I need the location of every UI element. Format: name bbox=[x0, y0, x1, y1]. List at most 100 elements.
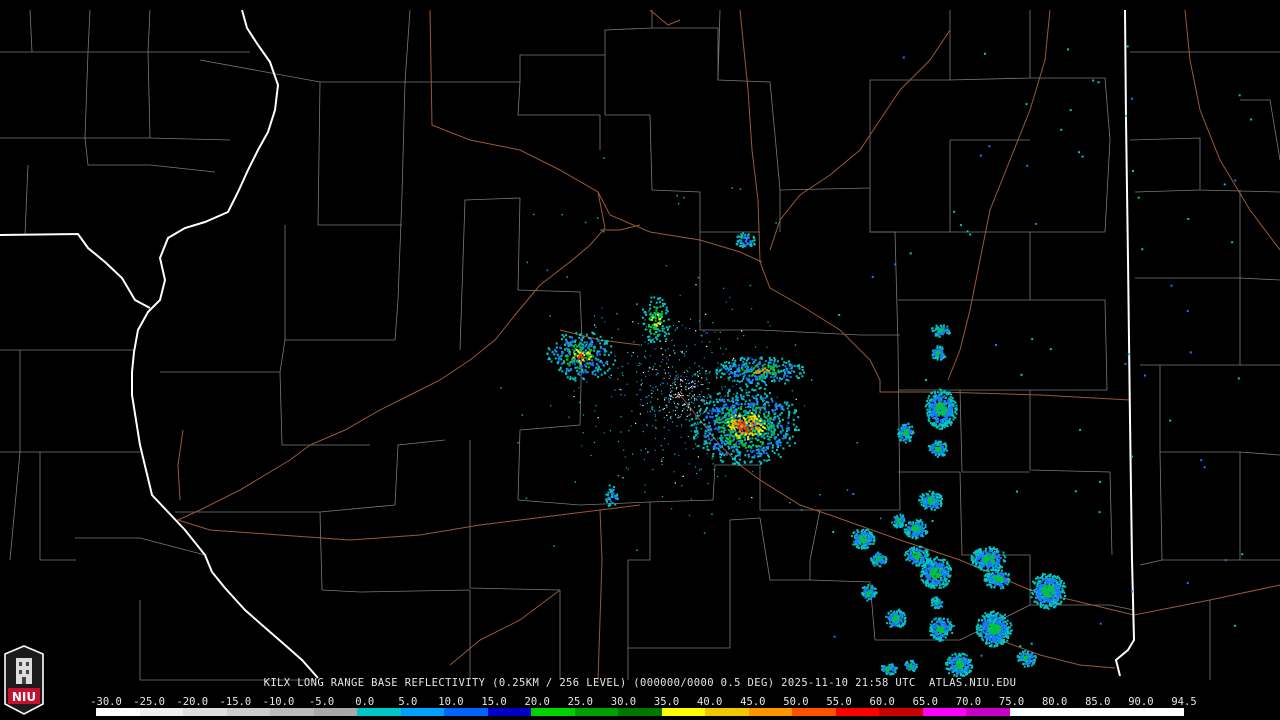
radar-echo bbox=[860, 535, 863, 538]
radar-echo bbox=[574, 339, 577, 342]
radar-echo bbox=[917, 529, 920, 532]
radar-echo bbox=[744, 400, 747, 403]
radar-echo bbox=[663, 426, 665, 428]
radar-echo bbox=[756, 364, 759, 367]
radar-echo bbox=[653, 333, 656, 336]
radar-echo bbox=[752, 407, 755, 410]
radar-echo bbox=[912, 531, 915, 533]
radar-echo bbox=[908, 440, 911, 442]
radar-echo bbox=[748, 419, 751, 421]
radar-echo bbox=[728, 379, 730, 381]
radar-echo bbox=[867, 534, 870, 537]
radar-echo bbox=[725, 443, 727, 446]
radar-echo bbox=[678, 393, 680, 395]
radar-echo bbox=[683, 371, 685, 373]
radar-echo bbox=[756, 403, 759, 406]
radar-echo bbox=[935, 584, 938, 587]
radar-echo bbox=[661, 327, 664, 330]
radar-echo bbox=[608, 367, 611, 370]
radar-echo bbox=[675, 397, 677, 398]
radar-echo bbox=[927, 505, 929, 508]
radar-echo bbox=[650, 401, 652, 403]
radar-echo bbox=[716, 369, 718, 372]
radar-echo bbox=[695, 414, 697, 417]
radar-echo bbox=[665, 340, 667, 343]
radar-echo bbox=[908, 559, 911, 562]
radar-echo bbox=[781, 357, 784, 360]
radar-echo bbox=[923, 555, 926, 558]
radar-echo bbox=[662, 302, 665, 305]
radar-echo bbox=[716, 421, 719, 424]
radar-echo bbox=[666, 383, 668, 385]
radar-echo bbox=[591, 371, 594, 374]
radar-echo bbox=[777, 360, 779, 363]
radar-echo bbox=[768, 459, 771, 461]
radar-echo bbox=[578, 343, 581, 346]
radar-echo bbox=[708, 372, 710, 374]
radar-echo bbox=[579, 354, 582, 357]
radar-echo bbox=[594, 369, 597, 372]
radar-echo bbox=[718, 416, 721, 419]
radar-echo bbox=[950, 399, 953, 402]
radar-echo bbox=[701, 428, 703, 430]
radar-echo bbox=[925, 581, 927, 584]
radar-echo bbox=[667, 332, 670, 335]
radar-echo bbox=[585, 371, 588, 374]
radar-echo bbox=[578, 367, 581, 370]
radar-echo bbox=[803, 405, 806, 407]
radar-echo bbox=[1000, 566, 1003, 569]
radar-echo bbox=[694, 383, 696, 385]
radar-echo bbox=[644, 311, 647, 314]
radar-echo bbox=[655, 427, 657, 430]
radar-echo bbox=[682, 475, 684, 477]
radar-echo bbox=[946, 325, 949, 328]
radar-echo bbox=[730, 420, 733, 423]
radar-echo bbox=[925, 575, 928, 578]
radar-echo bbox=[695, 438, 697, 440]
radar-echo bbox=[665, 312, 668, 315]
radar-echo bbox=[780, 406, 783, 409]
radar-echo bbox=[872, 558, 875, 561]
radar-echo bbox=[793, 412, 796, 415]
radar-echo bbox=[748, 236, 750, 239]
radar-echo bbox=[717, 367, 719, 369]
radar-echo bbox=[579, 346, 582, 349]
radar-echo bbox=[651, 392, 653, 394]
radar-echo bbox=[976, 556, 979, 559]
radar-echo bbox=[912, 555, 915, 557]
radar-echo bbox=[914, 552, 917, 554]
radar-echo bbox=[924, 569, 927, 572]
radar-echo bbox=[681, 351, 683, 353]
radar-echo bbox=[914, 526, 917, 529]
radar-echo bbox=[880, 557, 883, 560]
radar-echo bbox=[928, 490, 931, 493]
radar-echo bbox=[654, 363, 656, 365]
radar-echo bbox=[724, 386, 726, 388]
radar-echo bbox=[748, 404, 751, 406]
radar-echo bbox=[691, 387, 693, 389]
radar-echo bbox=[904, 528, 907, 531]
radar-echo bbox=[744, 427, 747, 430]
radar-echo bbox=[934, 391, 937, 394]
radar-echo bbox=[933, 350, 935, 353]
radar-echo bbox=[686, 415, 688, 417]
radar-echo bbox=[910, 432, 913, 435]
radar-echo bbox=[748, 399, 751, 402]
radar-echo bbox=[930, 412, 932, 415]
radar-echo bbox=[668, 398, 670, 400]
radar-echo bbox=[931, 327, 934, 330]
radar-echo bbox=[619, 388, 621, 391]
radar-echo bbox=[941, 354, 944, 357]
radar-echo bbox=[746, 450, 749, 453]
radar-echo bbox=[783, 361, 786, 364]
radar-echo bbox=[915, 533, 918, 536]
radar-echo bbox=[976, 559, 978, 562]
radar-echo bbox=[557, 362, 559, 365]
radar-echo bbox=[676, 378, 678, 380]
radar-echo bbox=[911, 557, 913, 560]
radar-echo bbox=[721, 416, 724, 419]
radar-echo bbox=[921, 560, 924, 563]
radar-echo bbox=[759, 395, 762, 398]
radar-echo bbox=[736, 392, 739, 395]
radar-echo bbox=[735, 408, 738, 411]
